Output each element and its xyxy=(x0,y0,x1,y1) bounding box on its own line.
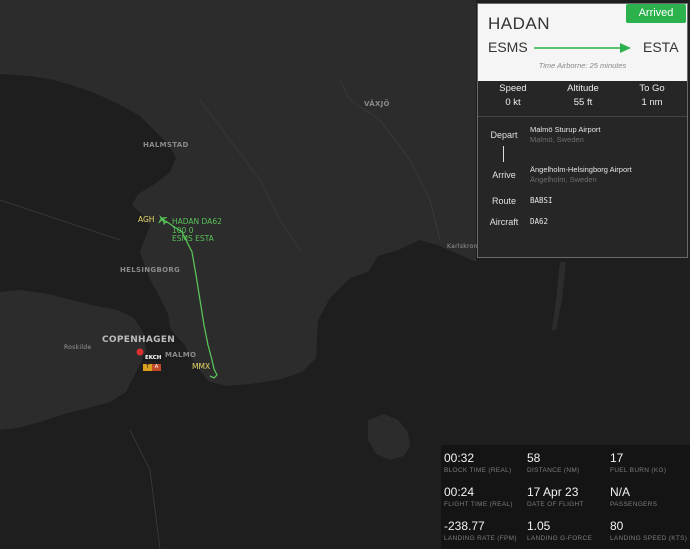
departure-code: ESMS xyxy=(488,39,528,55)
panel-divider xyxy=(478,116,687,117)
city-copenhagen: COPENHAGEN xyxy=(102,335,176,345)
arrive-airport-name[interactable]: Ängelholm-Helsingborg Airport xyxy=(530,165,632,174)
date-of-flight-label: DATE OF FLIGHT xyxy=(527,501,584,508)
depart-arrive-connector xyxy=(503,146,504,162)
passengers-value: N/A xyxy=(610,485,631,499)
block-time-cell: 00:32 BLOCK TIME (REAL) xyxy=(441,445,523,479)
date-of-flight-value: 17 Apr 23 xyxy=(527,485,579,499)
depart-airport-city: Malmö, Sweden xyxy=(530,135,584,144)
depart-airport-name[interactable]: Malmö Sturup Airport xyxy=(530,125,600,134)
fuel-burn-value: 17 xyxy=(610,451,624,465)
fuel-burn-cell: 17 FUEL BURN (KG) xyxy=(607,445,689,479)
flight-header: HADAN Arrived ESMS ESTA Time Airborne: 2… xyxy=(478,4,687,81)
landing-gforce-label: LANDING G-FORCE xyxy=(527,535,593,542)
city-helsingborg: HELSINGBORG xyxy=(120,266,181,274)
city-vaxjo: VÄXJÖ xyxy=(364,100,390,108)
arrive-label: Arrive xyxy=(492,170,516,180)
city-roskilde: Roskilde xyxy=(64,344,92,351)
date-of-flight-cell: 17 Apr 23 DATE OF FLIGHT xyxy=(524,479,606,513)
airport-agh-label[interactable]: AGH xyxy=(138,215,154,224)
stat-to-go-value: 1 nm xyxy=(641,97,663,108)
stat-altitude-value: 55 ft xyxy=(573,97,593,108)
flight-time-label: FLIGHT TIME (REAL) xyxy=(444,501,513,508)
flight-time-cell: 00:24 FLIGHT TIME (REAL) xyxy=(441,479,523,513)
flight-callsign: HADAN xyxy=(488,14,551,33)
passengers-label: PASSENGERS xyxy=(610,501,658,508)
depart-label: Depart xyxy=(490,130,518,140)
stat-speed-value: 0 kt xyxy=(505,97,521,108)
aircraft-value: DA62 xyxy=(530,217,549,226)
airport-ekch-label[interactable]: EKCH xyxy=(143,355,164,361)
landing-speed-value: 80 xyxy=(610,519,624,533)
flight-data-label[interactable]: HADAN DA62 100 0 ESMS ESTA xyxy=(172,217,222,244)
flight-time-value: 00:24 xyxy=(444,485,475,499)
distance-value: 58 xyxy=(527,451,541,465)
city-malmo: MALMO xyxy=(165,351,197,359)
landing-rate-value: -238.77 xyxy=(444,519,485,533)
airport-mmx-label[interactable]: MMX xyxy=(192,362,210,371)
landing-gforce-cell: 1.05 LANDING G-FORCE xyxy=(524,513,606,547)
stat-speed-label: Speed xyxy=(499,83,527,94)
stat-speed: Speed 0 kt xyxy=(478,83,548,108)
aircraft-label: Aircraft xyxy=(489,217,519,227)
landing-speed-cell: 80 LANDING SPEED (KTS) xyxy=(607,513,689,547)
status-badge: Arrived xyxy=(626,4,686,23)
stat-altitude-label: Altitude xyxy=(567,83,599,94)
landing-speed-label: LANDING SPEED (KTS) xyxy=(610,535,688,542)
landing-rate-cell: -238.77 LANDING RATE (FPM) xyxy=(441,513,523,547)
stat-to-go: To Go 1 nm xyxy=(617,83,687,108)
time-airborne: Time Airborne: 25 minutes xyxy=(538,61,627,70)
city-halmstad: HALMSTAD xyxy=(143,141,189,149)
ekch-tower-badge: T xyxy=(143,364,152,371)
block-time-label: BLOCK TIME (REAL) xyxy=(444,467,512,474)
block-time-value: 00:32 xyxy=(444,451,475,465)
arrive-airport-city: Ängelholm, Sweden xyxy=(530,175,597,184)
flight-label-route: ESMS ESTA xyxy=(172,234,214,243)
flight-info-panel: HADAN Arrived ESMS ESTA Time Airborne: 2… xyxy=(477,3,688,258)
passengers-cell: N/A PASSENGERS xyxy=(607,479,689,513)
landing-rate-label: LANDING RATE (FPM) xyxy=(444,535,517,542)
distance-label: DISTANCE (NM) xyxy=(527,467,580,474)
flight-stats: Speed 0 kt Altitude 55 ft To Go 1 nm xyxy=(478,83,687,113)
ekch-approach-badge: A xyxy=(152,364,161,371)
route-arrow-icon xyxy=(534,43,631,53)
arrival-code: ESTA xyxy=(643,39,679,55)
stat-altitude: Altitude 55 ft xyxy=(548,83,618,108)
stat-to-go-label: To Go xyxy=(639,83,665,94)
distance-cell: 58 DISTANCE (NM) xyxy=(524,445,606,479)
route-label: Route xyxy=(491,196,517,206)
landing-gforce-value: 1.05 xyxy=(527,519,551,533)
fuel-burn-label: FUEL BURN (KG) xyxy=(610,467,667,474)
flight-summary-grid: 00:32 BLOCK TIME (REAL) 58 DISTANCE (NM)… xyxy=(441,445,690,549)
route-value: BABSI xyxy=(530,196,553,205)
